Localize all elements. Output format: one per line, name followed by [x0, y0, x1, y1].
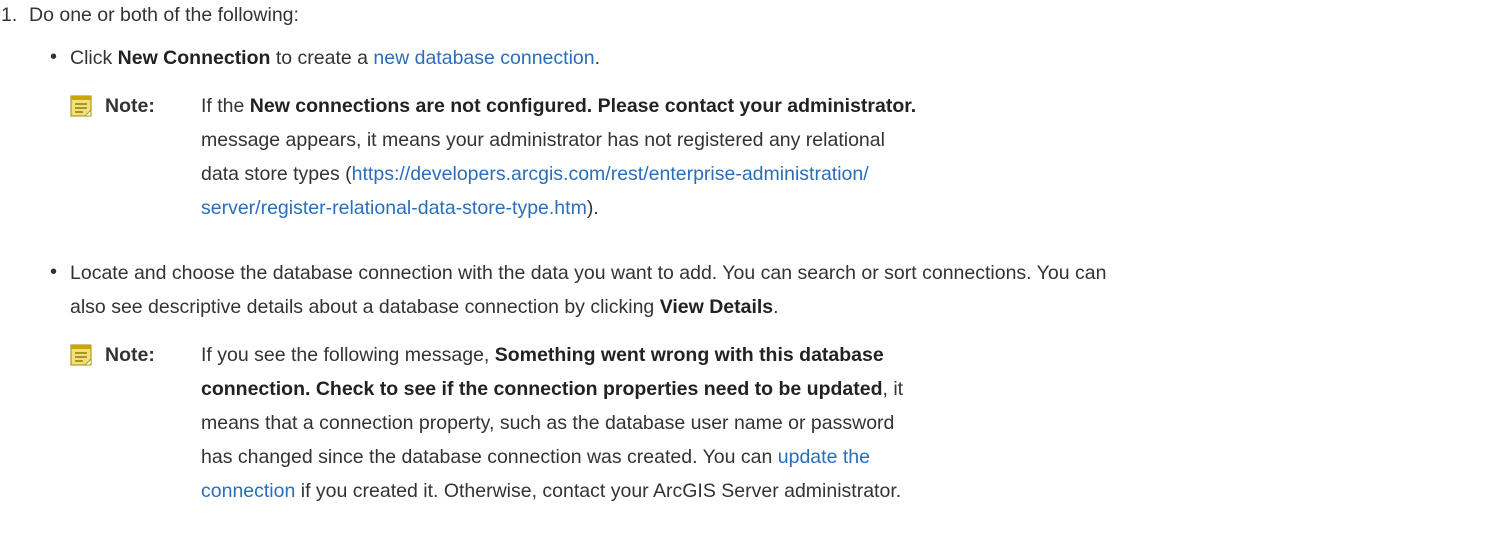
note-1-line-1: If the New connections are not configure… [201, 95, 916, 118]
register-data-store-link-part-1[interactable]: https://developers.arcgis.com/rest/enter… [352, 163, 869, 185]
note-2-line-5: connection if you created it. Otherwise,… [201, 480, 901, 503]
note-2-label: Note: [105, 344, 155, 366]
note-2-pre: If you see the following message, [201, 344, 495, 366]
note-2-line-3: means that a connection property, such a… [201, 412, 895, 434]
note-1-link-post: ). [586, 197, 599, 219]
note-2-line-4-pre: has changed since the database connectio… [201, 446, 778, 468]
note-icon [70, 344, 92, 366]
note-1-label: Note: [105, 95, 155, 117]
bullet-2-line-2: also see descriptive details about a dat… [70, 296, 779, 319]
bullet-2-line-2-pre: also see descriptive details about a dat… [70, 296, 660, 318]
note-2-line-5-post: if you created it. Otherwise, contact yo… [295, 480, 902, 502]
note-2-message-part-2: connection. Check to see if the connecti… [201, 378, 883, 400]
note-1-line-4: server/register-relational-data-store-ty… [201, 197, 599, 220]
note-1-line-3-pre: data store types ( [201, 163, 352, 185]
bullet-1-text: Click New Connection to create a new dat… [70, 47, 600, 70]
note-2-line-4: has changed since the database connectio… [201, 446, 870, 469]
update-connection-link-part-2[interactable]: connection [201, 480, 295, 502]
note-1-line-3: data store types (https://developers.arc… [201, 163, 869, 186]
step-number: 1. [1, 4, 18, 26]
note-2-message-part-1: Something went wrong with this database [494, 344, 884, 366]
bullet-marker: • [50, 261, 58, 283]
view-details-term: View Details [659, 296, 774, 318]
bullet-1-mid: to create a [270, 47, 374, 69]
bullet-1-pre: Click [70, 47, 118, 69]
bullet-marker: • [50, 46, 58, 68]
bullet-2-line-1: Locate and choose the database connectio… [70, 262, 1107, 284]
note-1-line-2: message appears, it means your administr… [201, 129, 885, 151]
step-text: Do one or both of the following: [29, 4, 299, 26]
note-icon [70, 95, 92, 117]
note-2-line-2: connection. Check to see if the connecti… [201, 378, 903, 401]
note-2-line-1: If you see the following message, Someth… [201, 344, 884, 367]
bullet-2-post: . [773, 296, 779, 318]
note-2-line-2-post: , it [882, 378, 904, 400]
update-connection-link-part-1[interactable]: update the [778, 446, 870, 468]
new-connection-term: New Connection [117, 47, 271, 69]
register-data-store-link-part-2[interactable]: server/register-relational-data-store-ty… [201, 197, 587, 219]
bullet-1-post: . [594, 47, 601, 69]
note-1-pre: If the [201, 95, 250, 117]
new-database-connection-link[interactable]: new database connection [373, 47, 594, 69]
note-1-message: New connections are not configured. Plea… [249, 95, 917, 117]
